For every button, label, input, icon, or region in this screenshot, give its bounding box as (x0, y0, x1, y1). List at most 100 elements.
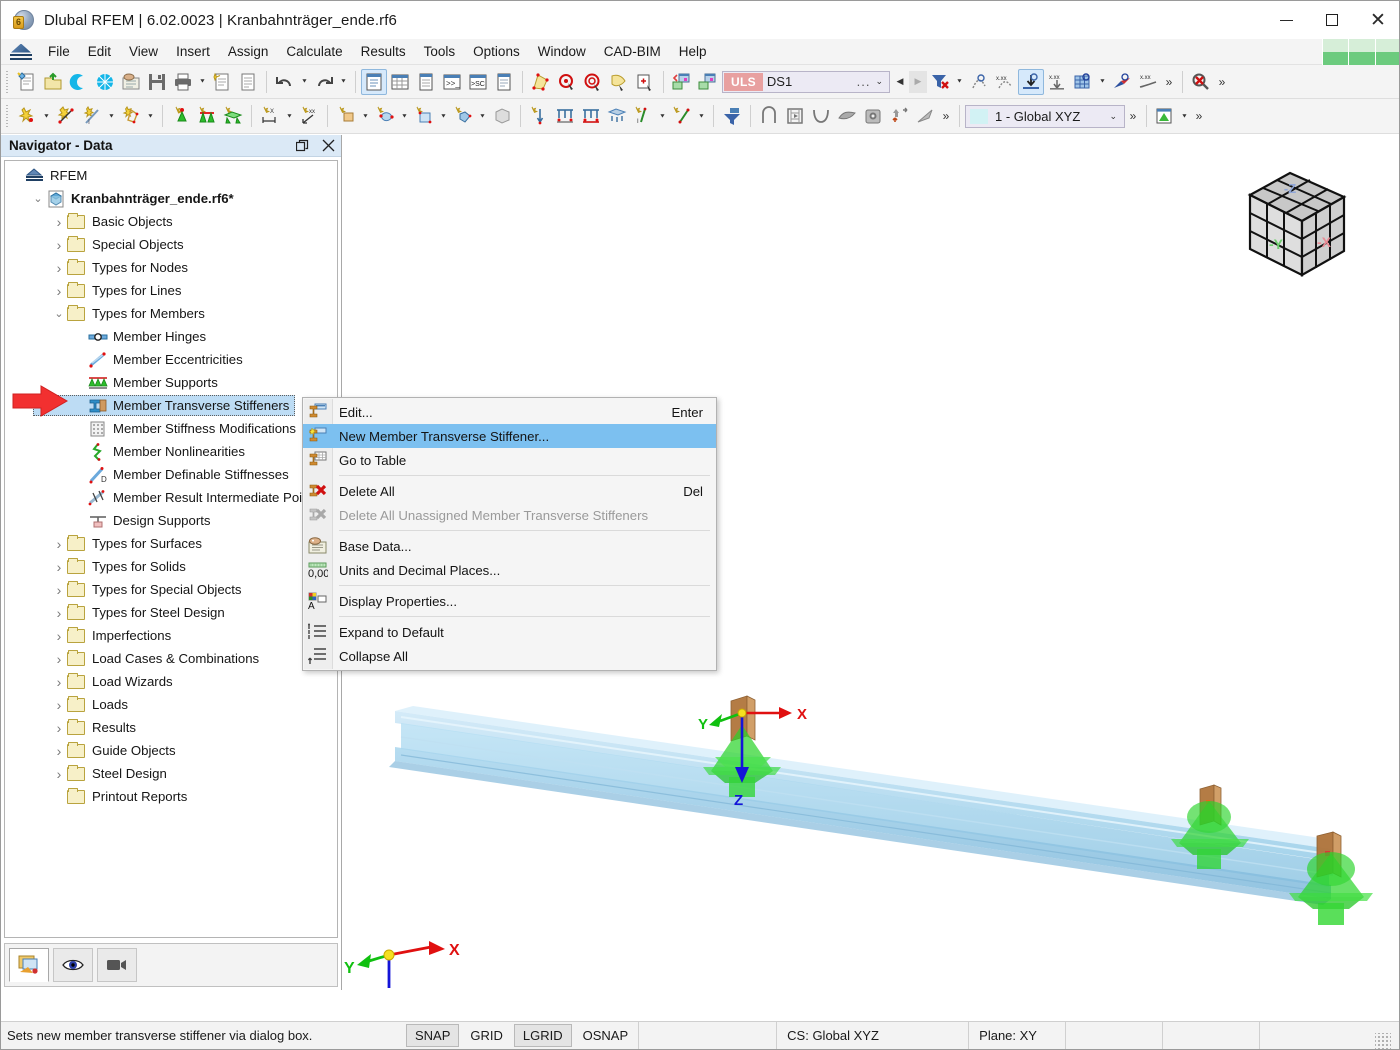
toolbar-overflow-4[interactable]: » (1191, 103, 1207, 129)
print-dropdown-caret[interactable] (196, 69, 209, 95)
new-imperfection-dropdown-caret[interactable] (656, 103, 669, 129)
toolbar-overflow-1[interactable]: » (1161, 69, 1177, 95)
redo-dropdown-caret[interactable] (337, 69, 350, 95)
menu-file[interactable]: File (39, 40, 79, 63)
context-menu-item-collapse-all[interactable]: Collapse All (303, 644, 716, 668)
navigator-data-tab[interactable] (9, 948, 49, 982)
filter-delete-icon[interactable] (927, 69, 953, 95)
render-shell-icon[interactable] (834, 103, 860, 129)
print-icon[interactable] (170, 69, 196, 95)
undo-icon[interactable] (272, 69, 298, 95)
new-model-icon[interactable] (14, 69, 40, 95)
new-report-icon[interactable] (209, 69, 235, 95)
tree-item-imperfections[interactable]: ›Imperfections (5, 624, 337, 647)
import-icon[interactable] (669, 69, 695, 95)
context-menu-item-expand-to-default[interactable]: Expand to Default (303, 620, 716, 644)
new-contact-dropdown-caret[interactable] (476, 103, 489, 129)
save-icon[interactable] (144, 69, 170, 95)
view-cube[interactable]: -Z -Y -X (1232, 157, 1352, 277)
value-xxx-2-icon[interactable]: x.xx (1044, 69, 1070, 95)
osnap-toggle[interactable]: OSNAP (574, 1024, 638, 1047)
toolbar-overflow-2[interactable]: » (938, 103, 954, 129)
tree-item-rfem[interactable]: RFEM (5, 164, 337, 187)
new-dimension-dropdown-caret[interactable] (283, 103, 296, 129)
tree-item-member-stiffness-modifications[interactable]: Member Stiffness Modifications (5, 417, 337, 440)
tree-item-types-for-steel-design[interactable]: ›Types for Steel Design (5, 601, 337, 624)
new-contact-icon[interactable] (450, 103, 476, 129)
menu-insert[interactable]: Insert (167, 40, 219, 63)
float-window-icon[interactable] (289, 135, 315, 156)
chevron-right-icon[interactable]: › (51, 256, 67, 279)
tree-item-member-result-intermediate-poin[interactable]: Member Result Intermediate Poin (5, 486, 337, 509)
toolbar-overflow-3[interactable]: » (1125, 103, 1141, 129)
menu-help[interactable]: Help (670, 40, 716, 63)
context-menu-item-base-data[interactable]: Base Data... (303, 534, 716, 558)
tree-item-printout-reports[interactable]: Printout Reports (5, 785, 337, 808)
grid-result-icon[interactable] (1070, 69, 1096, 95)
chevron-down-icon[interactable]: ⌄ (30, 187, 46, 210)
chevron-right-icon[interactable]: › (51, 739, 67, 762)
dlubal-center-icon[interactable] (92, 69, 118, 95)
new-node-dropdown-caret[interactable] (40, 103, 53, 129)
console-icon[interactable]: >>_ (439, 69, 465, 95)
chevron-right-icon[interactable]: › (51, 532, 67, 555)
close-button[interactable]: ✕ (1355, 1, 1400, 39)
chevron-down-icon[interactable]: ⌄ (1109, 111, 1124, 122)
new-member-dropdown-caret[interactable] (105, 103, 118, 129)
navigator-display-tab[interactable] (53, 948, 93, 982)
tree-item-kranbahntr-ger-ende-rf6[interactable]: ⌄Kranbahnträger_ende.rf6* (5, 187, 337, 210)
project-info-icon[interactable] (118, 69, 144, 95)
select-poly-icon[interactable] (606, 69, 632, 95)
new-surface-icon[interactable] (411, 103, 437, 129)
new-surface-line-icon[interactable] (118, 103, 144, 129)
new-solid-dropdown-caret[interactable] (359, 103, 372, 129)
context-menu[interactable]: Edit...EnterNew Member Transverse Stiffe… (302, 397, 717, 671)
chevron-right-icon[interactable]: › (51, 210, 67, 233)
tree-item-member-definable-stiffnesses[interactable]: DMember Definable Stiffnesses (5, 463, 337, 486)
tree-item-loads[interactable]: ›Loads (5, 693, 337, 716)
menu-edit[interactable]: Edit (79, 40, 120, 63)
new-opening-icon[interactable] (372, 103, 398, 129)
table-view-icon[interactable] (387, 69, 413, 95)
chevron-down-icon[interactable]: ⌄ (875, 76, 889, 87)
grid-result-dropdown-caret[interactable] (1096, 69, 1109, 95)
render-up-icon[interactable] (886, 103, 912, 129)
design-situation-combo[interactable]: ULS DS1 ... ⌄ (722, 71, 890, 93)
chevron-right-icon[interactable]: › (51, 624, 67, 647)
menu-cad-bim[interactable]: CAD-BIM (595, 40, 670, 63)
chevron-right-icon[interactable]: › (51, 670, 67, 693)
new-member-load-icon[interactable] (552, 103, 578, 129)
chevron-right-icon[interactable]: › (51, 693, 67, 716)
render-film-icon[interactable] (782, 103, 808, 129)
chevron-right-icon[interactable]: › (51, 555, 67, 578)
select-special-icon[interactable] (632, 69, 658, 95)
tree-item-basic-objects[interactable]: ›Basic Objects (5, 210, 337, 233)
new-member-icon[interactable]: I (79, 103, 105, 129)
support-reaction-icon[interactable] (1018, 69, 1044, 95)
new-surface-dropdown-caret[interactable] (144, 103, 157, 129)
next-arrow-icon[interactable]: ▶ (909, 71, 927, 93)
maximize-button[interactable] (1309, 1, 1355, 39)
menu-tools[interactable]: Tools (415, 40, 465, 63)
new-surface2-dropdown-caret[interactable] (437, 103, 450, 129)
tree-item-load-wizards[interactable]: ›Load Wizards (5, 670, 337, 693)
undo-dropdown-caret[interactable] (298, 69, 311, 95)
grid-toggle[interactable]: GRID (461, 1024, 512, 1047)
chevron-right-icon[interactable]: › (51, 578, 67, 601)
menu-options[interactable]: Options (464, 40, 529, 63)
navigator-views-tab[interactable] (97, 948, 137, 982)
design-situation-ellipsis[interactable]: ... (857, 74, 876, 89)
report-list-icon[interactable] (491, 69, 517, 95)
value-xxx-3-icon[interactable]: x.xx (1135, 69, 1161, 95)
script-sc-icon[interactable]: >SC (465, 69, 491, 95)
tree-item-member-hinges[interactable]: Member Hinges (5, 325, 337, 348)
toolbar-grip[interactable] (4, 71, 11, 93)
menu-results[interactable]: Results (352, 40, 415, 63)
tree-item-member-nonlinearities[interactable]: Member Nonlinearities (5, 440, 337, 463)
new-line-support-icon[interactable] (194, 103, 220, 129)
menu-view[interactable]: View (120, 40, 167, 63)
new-xx-label-icon[interactable]: xx (296, 103, 322, 129)
chevron-right-icon[interactable]: › (51, 762, 67, 785)
tree-item-member-eccentricities[interactable]: Member Eccentricities (5, 348, 337, 371)
filter-dropdown-caret[interactable] (953, 69, 966, 95)
